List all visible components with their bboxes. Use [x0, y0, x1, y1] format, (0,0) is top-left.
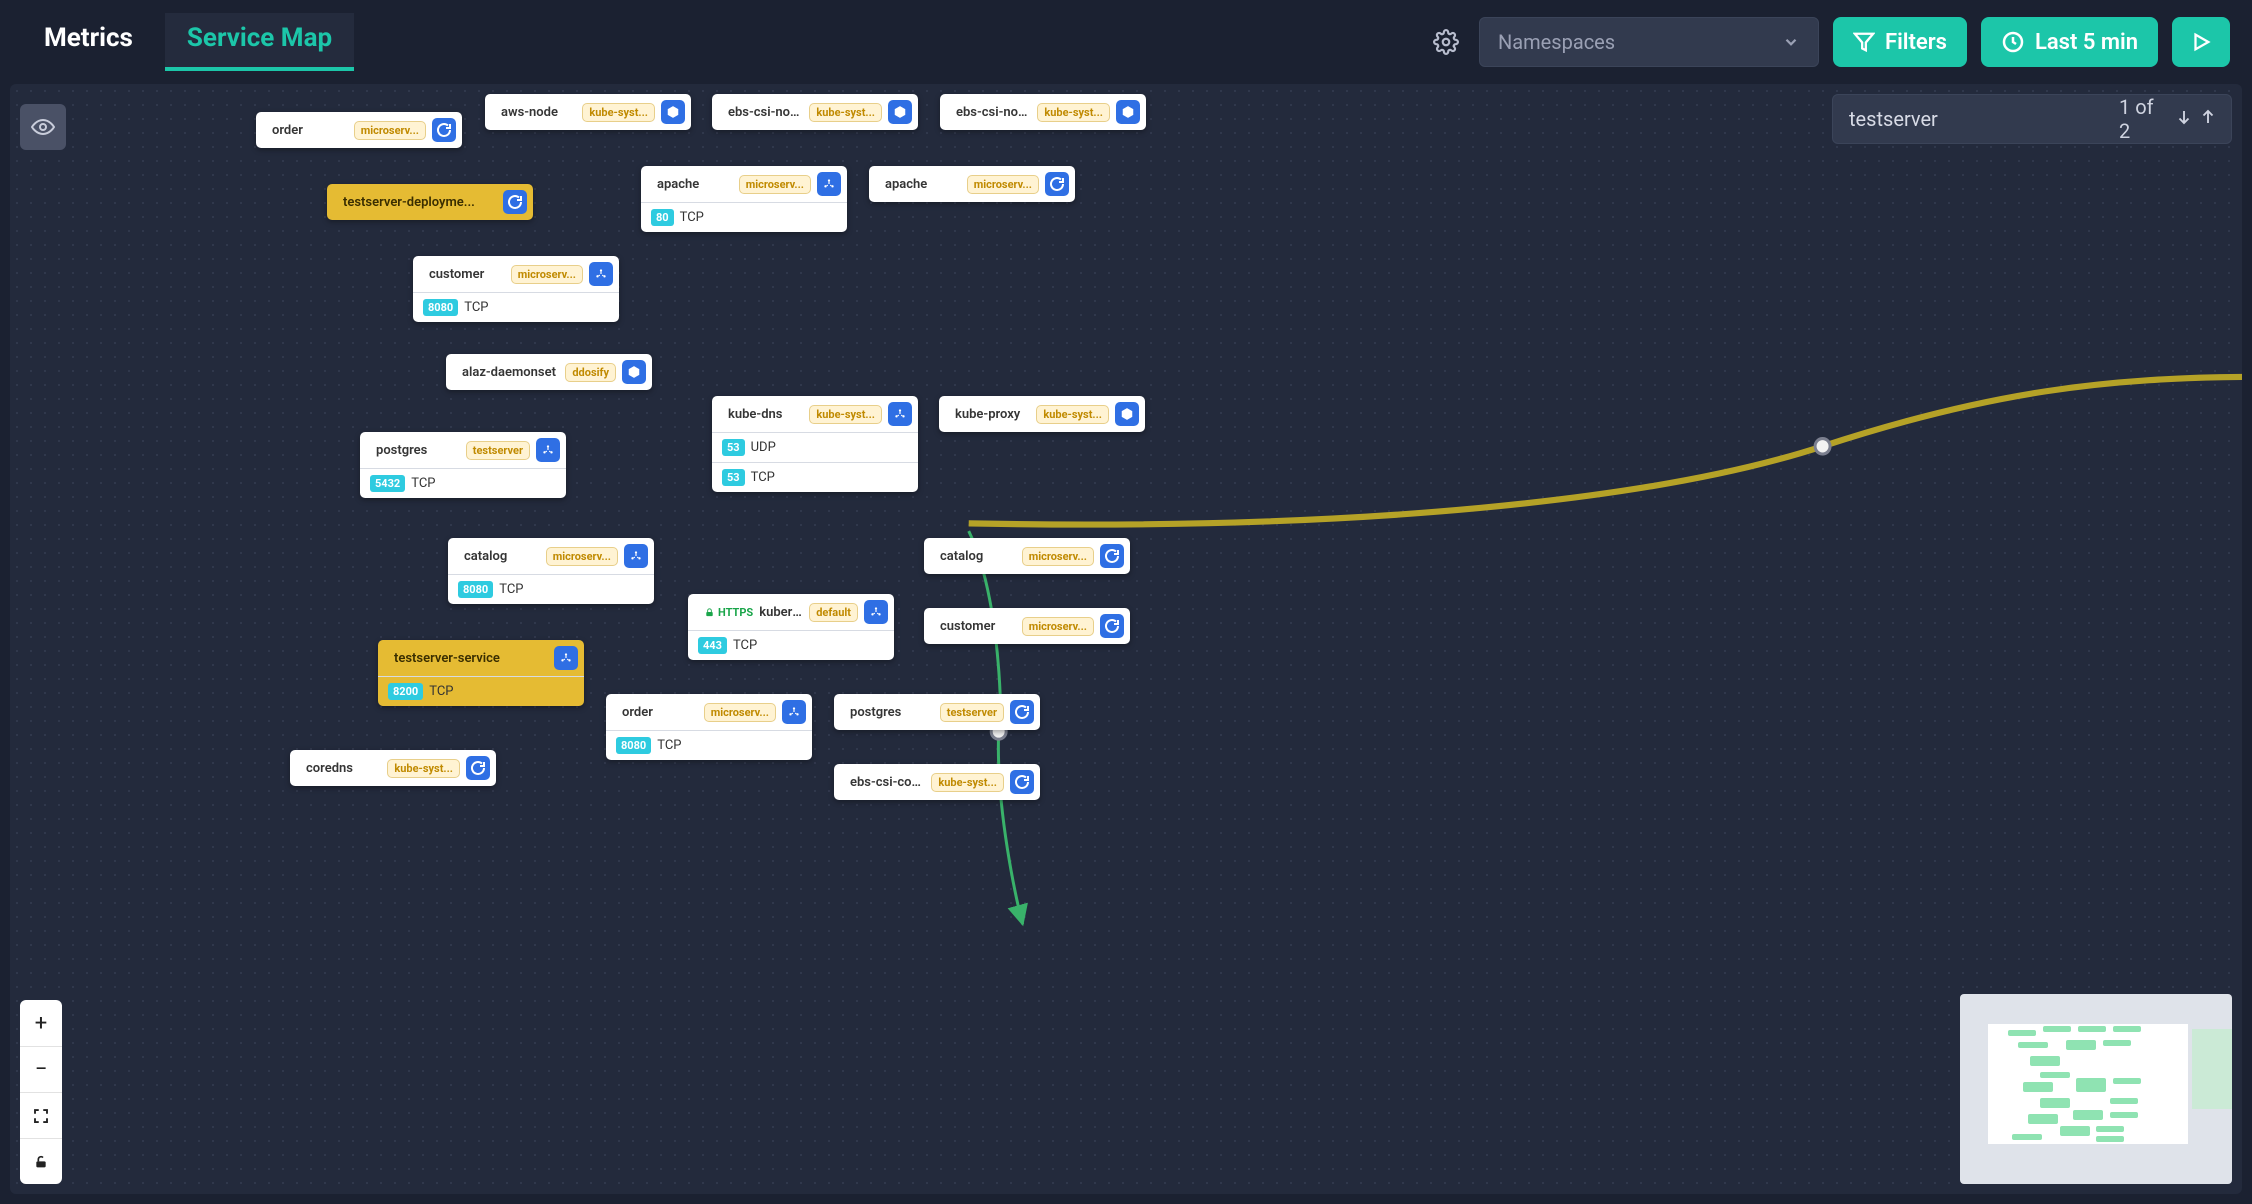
node-order-deploy[interactable]: order microserv...	[256, 112, 462, 148]
timerange-button[interactable]: Last 5 min	[1981, 17, 2158, 67]
daemonset-icon	[1116, 100, 1140, 124]
namespaces-placeholder: Namespaces	[1498, 30, 1615, 54]
port-row: 53UDP	[712, 432, 918, 462]
deployment-icon	[466, 756, 490, 780]
port-row: 80TCP	[641, 202, 847, 232]
port-row: 8200TCP	[378, 676, 584, 706]
deployment-icon	[432, 118, 456, 142]
search-count: 1 of 2	[2119, 95, 2169, 143]
play-icon	[2190, 31, 2212, 53]
deployment-icon	[1010, 770, 1034, 794]
deployment-icon	[1100, 614, 1124, 638]
node-catalog-deploy[interactable]: catalog microserv...	[924, 538, 1130, 574]
search-prev[interactable]	[2199, 107, 2217, 131]
daemonset-icon	[622, 360, 646, 384]
filters-button[interactable]: Filters	[1833, 17, 1967, 67]
daemonset-icon	[888, 100, 912, 124]
play-button[interactable]	[2172, 17, 2230, 67]
node-ebs-csi-controller[interactable]: ebs-csi-controller kube-syst...	[834, 764, 1040, 800]
eye-icon	[31, 115, 55, 139]
node-apache-deploy[interactable]: apache microserv...	[869, 166, 1075, 202]
search-input[interactable]	[1847, 106, 2105, 132]
minimap-viewport[interactable]	[2192, 1029, 2232, 1109]
lock-open-icon	[33, 1154, 49, 1170]
service-icon	[782, 700, 806, 724]
service-icon	[554, 646, 578, 670]
node-testserver-service[interactable]: testserver-service 8200TCP	[378, 640, 584, 706]
gear-icon	[1433, 29, 1459, 55]
node-ebs-csi-node[interactable]: ebs-csi-node kube-syst...	[712, 94, 918, 130]
zoom-in-button[interactable]: +	[20, 1000, 62, 1046]
service-icon	[589, 262, 613, 286]
service-icon	[888, 402, 912, 426]
node-alaz-daemonset[interactable]: alaz-daemonset ddosify	[446, 354, 652, 390]
service-icon	[536, 438, 560, 462]
deployment-icon	[1010, 700, 1034, 724]
service-icon	[817, 172, 841, 196]
node-postgres-deploy[interactable]: postgres testserver	[834, 694, 1040, 730]
lock-icon	[704, 607, 715, 618]
port-row: 8080TCP	[413, 292, 619, 322]
chevron-down-icon	[1782, 33, 1800, 51]
clock-icon	[2001, 30, 2025, 54]
port-row: 8080TCP	[606, 730, 812, 760]
daemonset-icon	[661, 100, 685, 124]
minimap[interactable]	[1960, 994, 2232, 1184]
node-kube-proxy[interactable]: kube-proxy kube-syst...	[939, 396, 1145, 432]
visibility-toggle[interactable]	[20, 104, 66, 150]
zoom-out-button[interactable]: −	[20, 1046, 62, 1092]
filter-icon	[1853, 31, 1875, 53]
https-badge: HTTPS	[704, 606, 753, 619]
deployment-icon	[503, 190, 527, 214]
zoom-controls: + −	[20, 1000, 62, 1184]
fullscreen-icon	[32, 1107, 50, 1125]
node-kubernetes[interactable]: HTTPS kubernetes default 443TCP	[688, 594, 894, 660]
port-row: 443TCP	[688, 630, 894, 660]
service-icon	[864, 600, 888, 624]
port-row: 5432TCP	[360, 468, 566, 498]
lock-button[interactable]	[20, 1138, 62, 1184]
service-icon	[624, 544, 648, 568]
node-customer-service[interactable]: customer microserv... 8080TCP	[413, 256, 619, 322]
node-ebs-csi-node-windows[interactable]: ebs-csi-node-windows kube-syst...	[940, 94, 1146, 130]
deployment-icon	[1100, 544, 1124, 568]
node-catalog-service[interactable]: catalog microserv... 8080TCP	[448, 538, 654, 604]
port-row: 8080TCP	[448, 574, 654, 604]
tab-metrics[interactable]: Metrics	[22, 13, 155, 71]
node-customer-deploy[interactable]: customer microserv...	[924, 608, 1130, 644]
arrow-down-icon	[2175, 108, 2193, 126]
node-coredns[interactable]: coredns kube-syst...	[290, 750, 496, 786]
fit-view-button[interactable]	[20, 1092, 62, 1138]
deployment-icon	[1045, 172, 1069, 196]
service-map-canvas[interactable]: 1 of 2 order microserv... aws-node kube-…	[10, 84, 2242, 1194]
daemonset-icon	[1115, 402, 1139, 426]
node-order-service[interactable]: order microserv... 8080TCP	[606, 694, 812, 760]
search-box: 1 of 2	[1832, 94, 2232, 144]
tab-service-map[interactable]: Service Map	[165, 13, 354, 71]
node-postgres-service[interactable]: postgres testserver 5432TCP	[360, 432, 566, 498]
settings-button[interactable]	[1427, 23, 1465, 61]
arrow-up-icon	[2199, 108, 2217, 126]
node-apache-service[interactable]: apache microserv... 80TCP	[641, 166, 847, 232]
namespaces-select[interactable]: Namespaces	[1479, 17, 1819, 67]
node-aws-node[interactable]: aws-node kube-syst...	[485, 94, 691, 130]
port-row: 53TCP	[712, 462, 918, 492]
search-next[interactable]	[2175, 107, 2193, 131]
node-testserver-deployment[interactable]: testserver-deployme...	[327, 184, 533, 220]
node-kube-dns[interactable]: kube-dns kube-syst... 53UDP 53TCP	[712, 396, 918, 492]
